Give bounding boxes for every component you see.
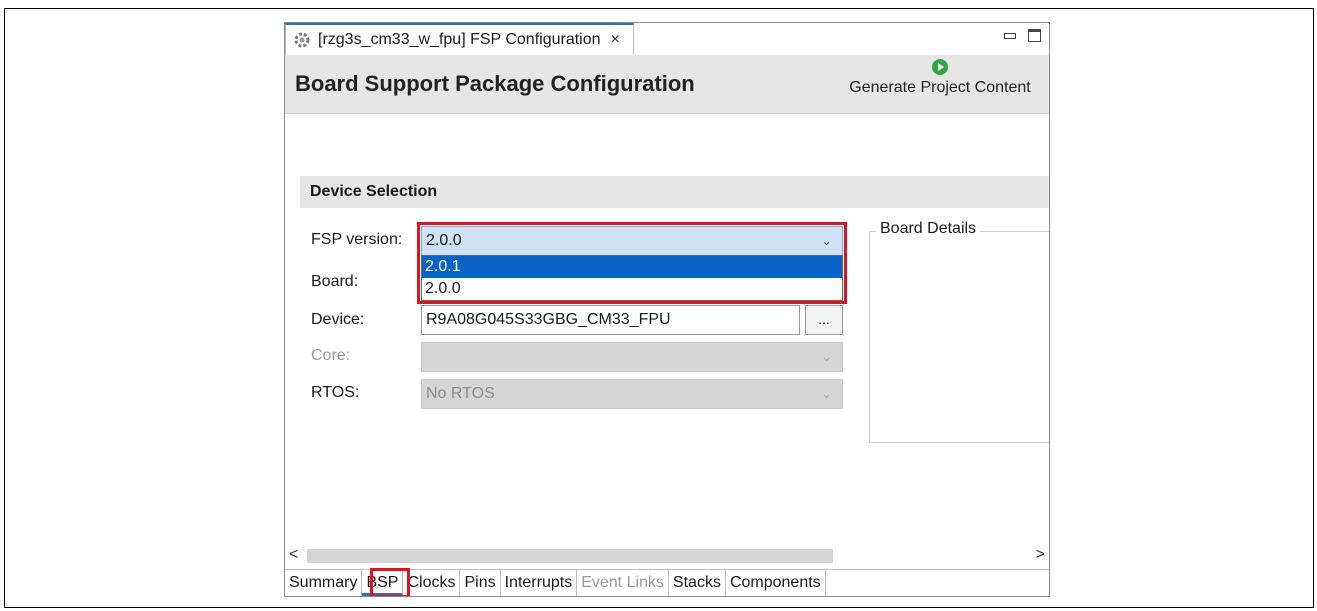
tab-interrupts[interactable]: Interrupts <box>501 570 578 596</box>
browse-button[interactable]: ... <box>805 305 843 335</box>
device-selection-header: Device Selection <box>300 176 1049 208</box>
board-details-legend: Board Details <box>876 220 981 238</box>
scrollbar-thumb[interactable] <box>307 549 833 563</box>
editor-tab[interactable]: [rzg3s_cm33_w_fpu] FSP Configuration × <box>285 23 634 55</box>
device-label: Device: <box>311 311 365 328</box>
tab-pins[interactable]: Pins <box>460 570 501 596</box>
scroll-left-icon[interactable]: < <box>289 546 298 564</box>
play-icon <box>932 59 948 75</box>
device-field[interactable]: R9A08G045S33GBG_CM33_FPU <box>421 305 800 335</box>
rtos-value: No RTOS <box>426 385 495 402</box>
board-label: Board: <box>311 273 359 290</box>
editor-titlebar: [rzg3s_cm33_w_fpu] FSP Configuration × <box>285 23 1049 55</box>
fsp-version-label: FSP version: <box>311 231 403 248</box>
rtos-select[interactable]: No RTOS ⌄ <box>421 379 843 409</box>
page-header: Board Support Package Configuration Gene… <box>285 55 1049 114</box>
window-controls <box>1004 29 1041 42</box>
page-title: Board Support Package Configuration <box>295 71 695 96</box>
tab-summary[interactable]: Summary <box>285 570 363 596</box>
close-icon[interactable]: × <box>611 31 620 49</box>
editor-tab-title: [rzg3s_cm33_w_fpu] FSP Configuration <box>318 31 601 48</box>
tab-components[interactable]: Components <box>726 570 826 596</box>
tab-stacks[interactable]: Stacks <box>669 570 726 596</box>
fsp-configuration-editor: [rzg3s_cm33_w_fpu] FSP Configuration × B… <box>284 22 1050 597</box>
chevron-down-icon: ⌄ <box>821 349 832 364</box>
scroll-right-icon[interactable]: > <box>1036 546 1045 564</box>
horizontal-scrollbar[interactable]: < > <box>285 546 1049 566</box>
core-label: Core: <box>311 347 351 364</box>
highlight-box-fsp <box>417 222 847 304</box>
tab-event-links[interactable]: Event Links <box>577 570 669 596</box>
chevron-down-icon: ⌄ <box>821 386 832 401</box>
generate-project-content-button[interactable]: Generate Project Content <box>845 59 1035 97</box>
maximize-icon[interactable] <box>1028 29 1041 42</box>
board-details-group: Board Details <box>869 220 1049 443</box>
core-select[interactable]: ⌄ <box>421 342 843 372</box>
minimize-icon[interactable] <box>1004 33 1016 39</box>
gear-icon <box>292 30 312 50</box>
generate-label: Generate Project Content <box>849 79 1031 96</box>
rtos-label: RTOS: <box>311 384 360 401</box>
highlight-box-bsp <box>370 568 410 596</box>
tab-clocks[interactable]: Clocks <box>403 570 461 596</box>
